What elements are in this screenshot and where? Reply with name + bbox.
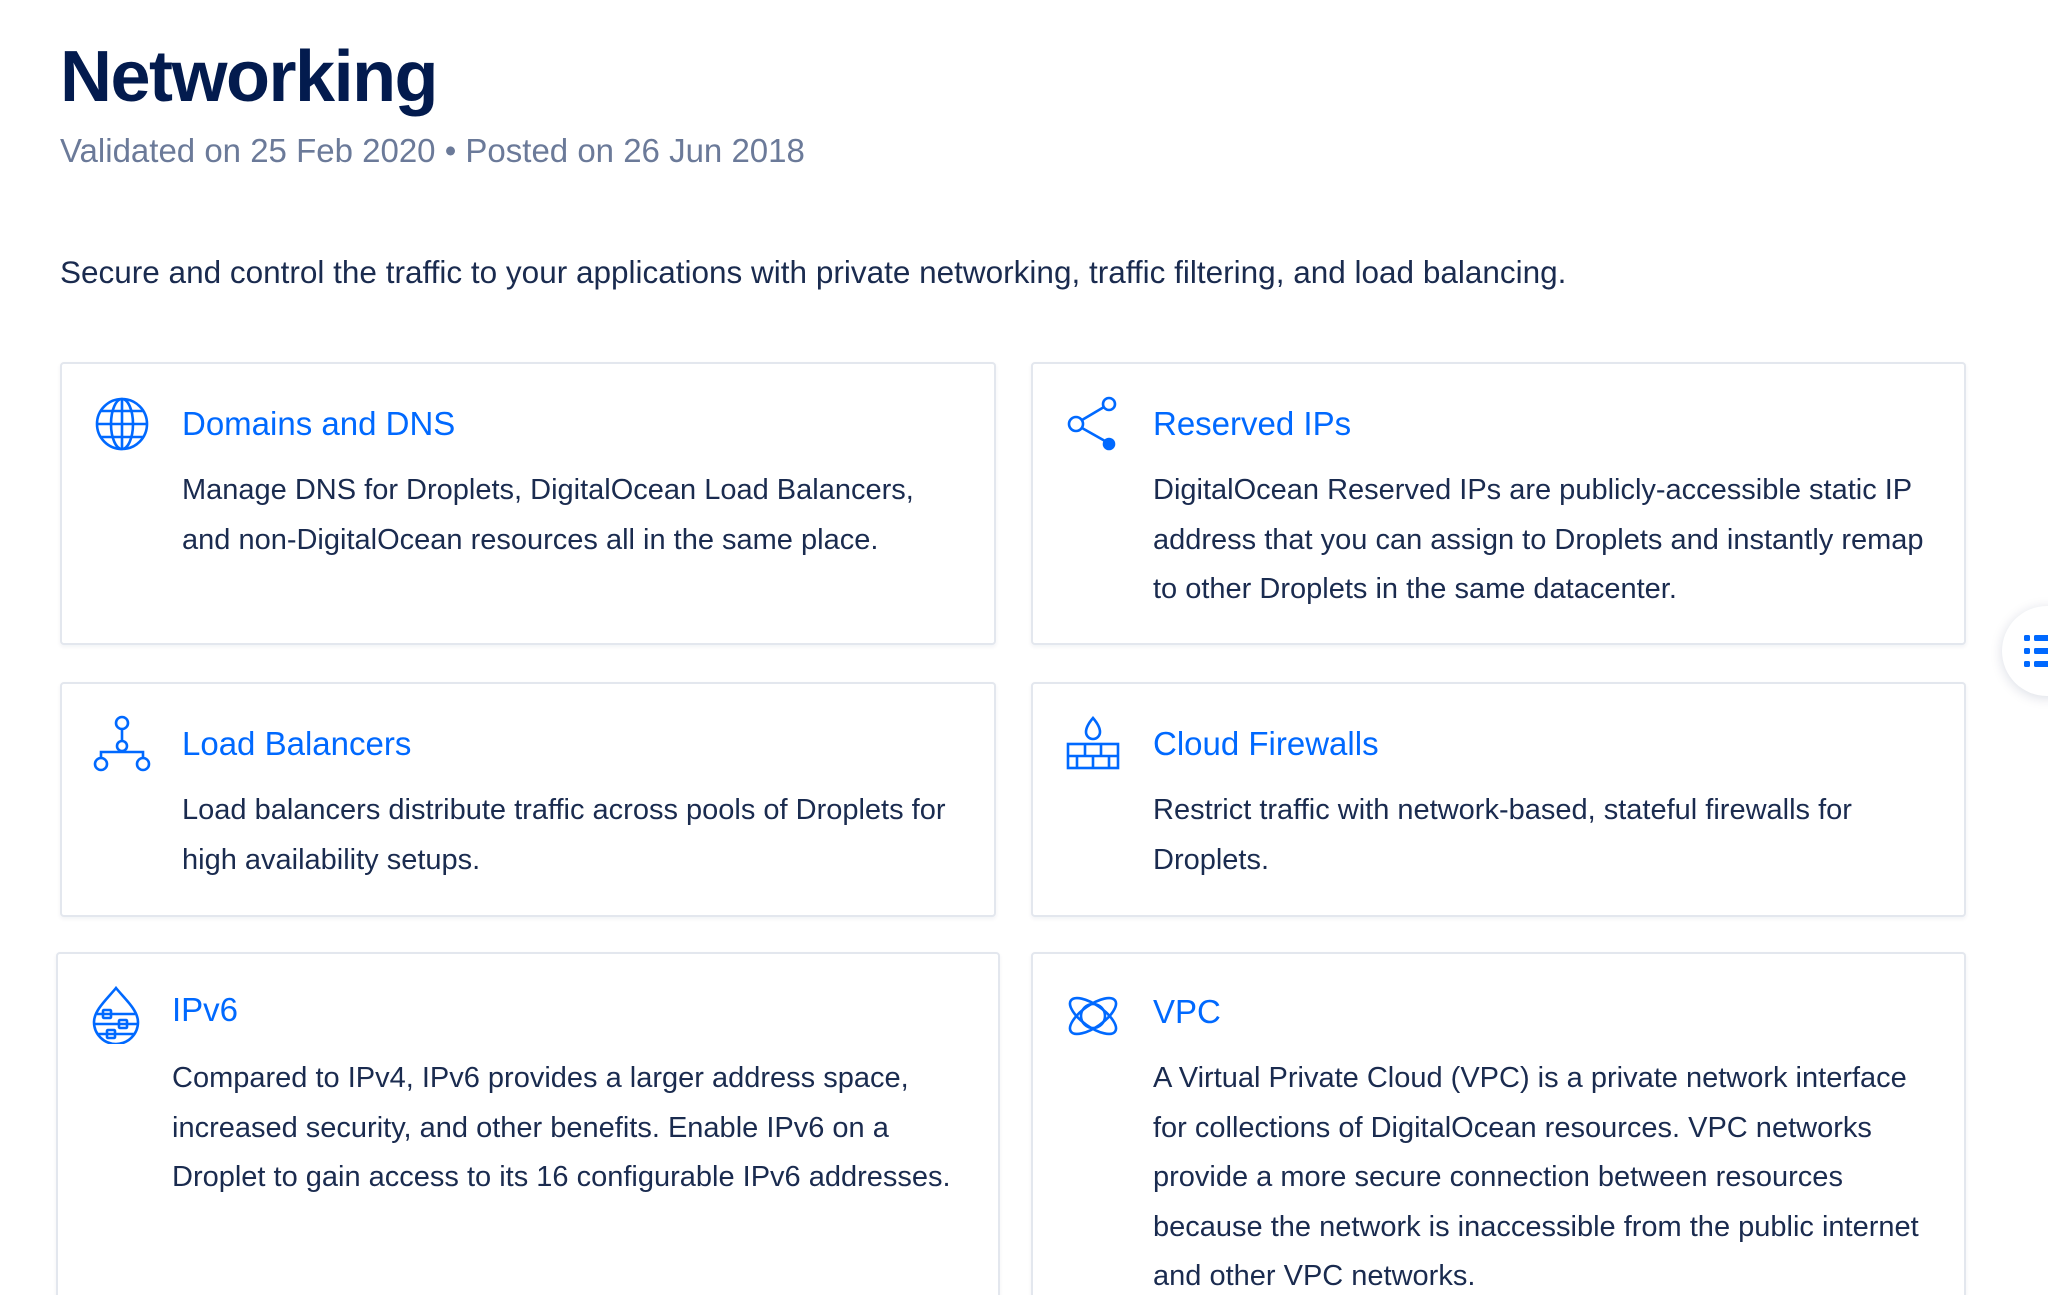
page-title: Networking: [60, 37, 439, 117]
page-intro: Secure and control the traffic to your a…: [60, 254, 1567, 290]
card-load-balancers[interactable]: Load Balancers Load balancers distribute…: [60, 682, 996, 917]
networking-page: Networking Validated on 25 Feb 2020 • Po…: [0, 0, 2048, 1295]
card-title-link[interactable]: Cloud Firewalls: [1153, 722, 1379, 766]
page-meta: Validated on 25 Feb 2020 • Posted on 26 …: [60, 132, 805, 169]
card-reserved-ips[interactable]: Reserved IPs DigitalOcean Reserved IPs a…: [1031, 362, 1966, 645]
card-description: Manage DNS for Droplets, DigitalOcean Lo…: [182, 474, 914, 556]
vpc-network-icon: [1063, 986, 1123, 1046]
card-title-link[interactable]: IPv6: [172, 988, 238, 1032]
card-description: DigitalOcean Reserved IPs are publicly-a…: [1153, 474, 1924, 605]
card-title-link[interactable]: Domains and DNS: [182, 402, 455, 446]
share-nodes-icon: [1063, 394, 1123, 454]
card-description: A Virtual Private Cloud (VPC) is a priva…: [1153, 1062, 1919, 1292]
card-title-link[interactable]: Load Balancers: [182, 722, 411, 766]
card-title-link[interactable]: Reserved IPs: [1153, 402, 1351, 446]
card-description: Load balancers distribute traffic across…: [182, 794, 946, 876]
card-cloud-firewalls[interactable]: Cloud Firewalls Restrict traffic with ne…: [1031, 682, 1966, 917]
globe-icon: [92, 394, 152, 454]
load-balancer-icon: [92, 714, 152, 774]
card-ipv6[interactable]: IPv6 Compared to IPv4, IPv6 provides a l…: [56, 952, 1000, 1295]
firewall-icon: [1063, 714, 1123, 774]
card-title-link[interactable]: VPC: [1153, 990, 1221, 1034]
toc-toggle-button[interactable]: [2002, 606, 2048, 696]
card-domains-and-dns[interactable]: Domains and DNS Manage DNS for Droplets,…: [60, 362, 996, 645]
card-description: Compared to IPv4, IPv6 provides a larger…: [172, 1062, 951, 1193]
card-description: Restrict traffic with network-based, sta…: [1153, 794, 1852, 876]
ipv6-drop-icon: [86, 984, 146, 1044]
card-vpc[interactable]: VPC A Virtual Private Cloud (VPC) is a p…: [1031, 952, 1966, 1295]
